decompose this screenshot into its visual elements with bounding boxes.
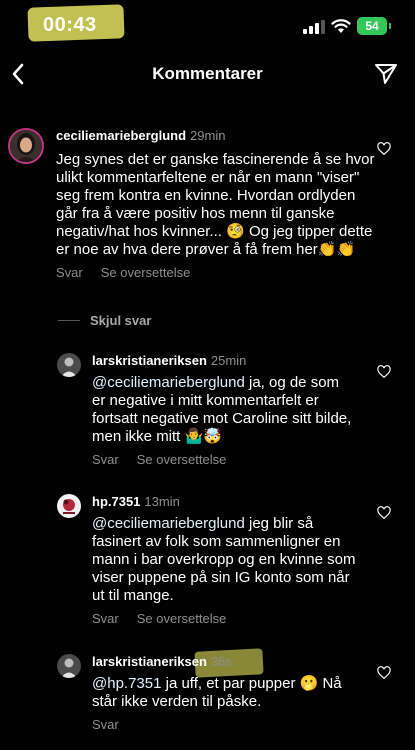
reply-button[interactable]: Svar bbox=[56, 265, 83, 280]
share-button[interactable] bbox=[372, 60, 400, 88]
like-heart-icon[interactable] bbox=[377, 506, 391, 520]
avatar[interactable] bbox=[57, 654, 81, 678]
mention-link[interactable]: @ceciliemarieberglund bbox=[92, 515, 245, 532]
like-heart-icon[interactable] bbox=[377, 365, 391, 379]
status-time: 00:43 bbox=[43, 14, 97, 36]
signal-icon bbox=[303, 20, 325, 34]
bottom-edge bbox=[0, 738, 415, 750]
comment-text: Jeg synes det er ganske fascinerende å s… bbox=[56, 151, 375, 258]
like-heart-icon[interactable] bbox=[377, 142, 391, 156]
mention-link[interactable]: @ceciliemarieberglund bbox=[92, 374, 245, 391]
reply-text-block: @ceciliemarieberglund jeg blir så fasine… bbox=[92, 515, 357, 605]
reply-text-block: @hp.7351 ja uff, et par pupper 🫢 Nå står… bbox=[92, 675, 357, 711]
divider bbox=[58, 320, 80, 321]
wifi-icon bbox=[331, 19, 351, 33]
avatar[interactable] bbox=[8, 128, 44, 164]
mention-link[interactable]: @hp.7351 bbox=[92, 675, 161, 692]
reply-timestamp: 25min bbox=[210, 353, 247, 368]
person-photo-icon bbox=[57, 353, 81, 377]
person-photo-icon bbox=[57, 494, 81, 518]
like-heart-icon[interactable] bbox=[377, 666, 391, 680]
comment-username[interactable]: ceciliemarieberglund bbox=[56, 128, 186, 143]
translate-button[interactable]: Se oversettelse bbox=[137, 452, 227, 467]
reply-username[interactable]: larskristianeriksen bbox=[92, 654, 207, 669]
page-title: Kommentarer bbox=[152, 64, 263, 83]
reply-timestamp: 36s bbox=[210, 654, 232, 669]
reply-text-block: @ceciliemarieberglund ja, og de som er n… bbox=[92, 374, 352, 446]
translate-button[interactable]: Se oversettelse bbox=[137, 611, 227, 626]
person-photo-icon bbox=[57, 654, 81, 678]
reply-timestamp: 13min bbox=[144, 494, 180, 509]
comment-timestamp: 29min bbox=[190, 128, 226, 143]
battery-icon: 54 bbox=[357, 17, 391, 35]
status-bar: 00:43 54 bbox=[0, 0, 415, 52]
reply-username[interactable]: larskristianeriksen bbox=[92, 353, 207, 368]
hide-replies-toggle[interactable]: Skjul svar bbox=[58, 313, 151, 328]
reply-button[interactable]: Svar bbox=[92, 611, 119, 626]
reply-button[interactable]: Svar bbox=[92, 717, 119, 732]
reply-username[interactable]: hp.7351 bbox=[92, 494, 140, 509]
reply-button[interactable]: Svar bbox=[92, 452, 119, 467]
battery-level: 54 bbox=[365, 19, 379, 33]
send-icon bbox=[375, 64, 397, 84]
avatar[interactable] bbox=[57, 353, 81, 377]
translate-button[interactable]: Se oversettelse bbox=[101, 265, 191, 280]
nav-bar: Kommentarer bbox=[0, 52, 415, 96]
hide-replies-label: Skjul svar bbox=[90, 313, 152, 328]
avatar[interactable] bbox=[57, 494, 81, 518]
person-photo-icon bbox=[10, 130, 42, 162]
